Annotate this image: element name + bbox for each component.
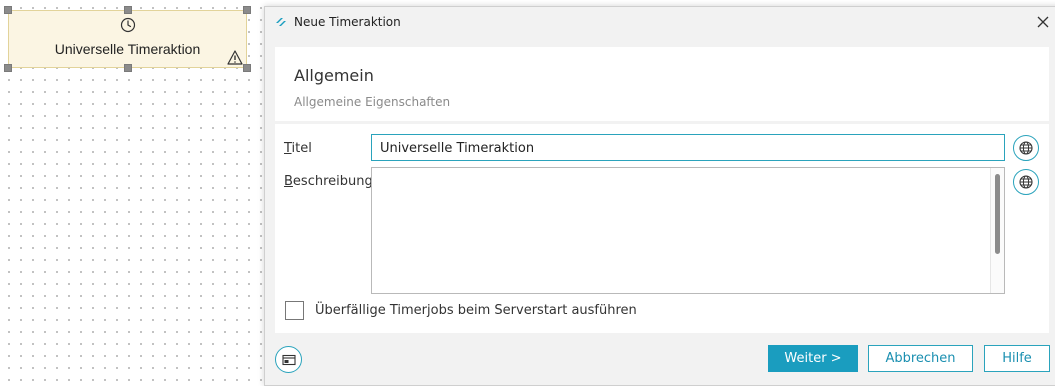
node-label: Universelle Timeraktion (54, 41, 201, 57)
clock-icon (120, 17, 136, 33)
next-button[interactable]: Weiter > (768, 345, 858, 372)
globe-icon (1019, 141, 1033, 155)
resize-handle-top-center[interactable] (124, 6, 132, 14)
overdue-jobs-checkbox[interactable] (285, 301, 304, 320)
dialog-content: Titel Universelle Timeraktion Beschreibu… (275, 124, 1049, 333)
title-input[interactable]: Universelle Timeraktion (371, 134, 1005, 161)
app-logo-icon (276, 18, 286, 26)
new-timer-action-dialog: Neue Timeraktion Allgemein Allgemeine Ei… (264, 6, 1055, 386)
timer-action-node[interactable]: Universelle Timeraktion (8, 10, 247, 68)
resize-handle-bottom-left[interactable] (4, 64, 12, 72)
scrollbar-thumb[interactable] (995, 174, 1000, 254)
dialog-titlebar[interactable]: Neue Timeraktion (265, 7, 1055, 37)
description-label: Beschreibung (284, 174, 373, 189)
help-button[interactable]: Hilfe (984, 345, 1050, 372)
dialog-header: Allgemein Allgemeine Eigenschaften (275, 47, 1049, 121)
description-scrollbar[interactable] (990, 168, 1004, 293)
description-textarea[interactable] (371, 167, 1005, 294)
close-icon[interactable] (1036, 15, 1050, 29)
window-icon (282, 354, 296, 366)
title-translate-button[interactable] (1013, 135, 1039, 161)
resize-handle-bottom-right[interactable] (243, 64, 251, 72)
description-translate-button[interactable] (1013, 169, 1039, 195)
overdue-jobs-label: Überfällige Timerjobs beim Serverstart a… (315, 303, 637, 318)
section-subtitle: Allgemeine Eigenschaften (294, 95, 451, 109)
dialog-title: Neue Timeraktion (294, 15, 401, 29)
resize-handle-bottom-center[interactable] (124, 64, 132, 72)
window-mode-button[interactable] (275, 346, 302, 373)
cancel-button[interactable]: Abbrechen (868, 345, 973, 372)
section-title: Allgemein (294, 66, 374, 85)
title-label: Titel (284, 141, 312, 156)
globe-icon (1019, 175, 1033, 189)
resize-handle-top-right[interactable] (243, 6, 251, 14)
warning-icon (227, 50, 243, 65)
resize-handle-top-left[interactable] (4, 6, 12, 14)
